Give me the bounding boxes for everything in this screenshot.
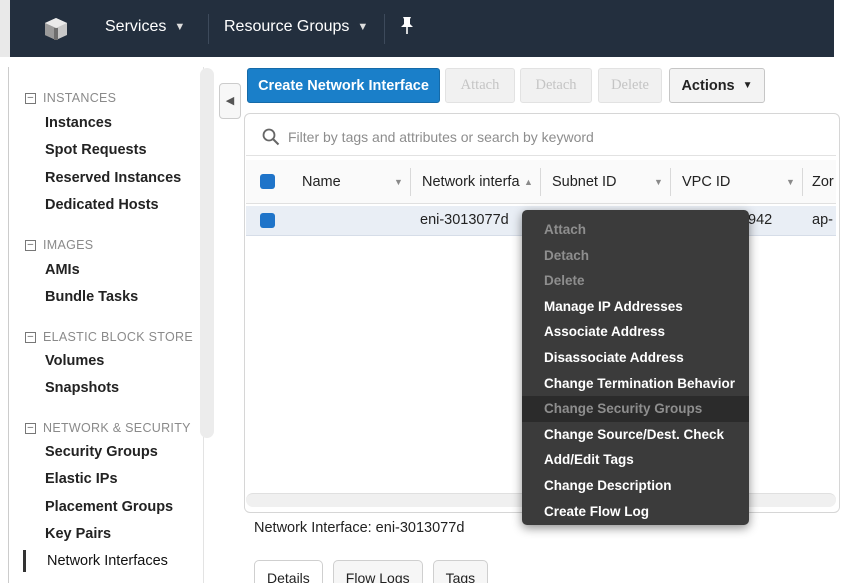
menu-item-attach[interactable]: Attach — [522, 217, 749, 243]
attach-button[interactable]: Attach — [445, 68, 515, 103]
row-checkbox[interactable] — [260, 213, 275, 228]
column-header-vpc-id[interactable]: VPC ID — [682, 174, 730, 190]
sort-icon[interactable]: ▼ — [394, 177, 403, 187]
chevron-left-icon: ◀ — [225, 95, 235, 107]
aws-cube-icon[interactable] — [43, 16, 69, 42]
chevron-down-icon: ▼ — [357, 21, 369, 33]
sort-icon[interactable]: ▼ — [654, 177, 663, 187]
column-header-subnet-id[interactable]: Subnet ID — [552, 174, 617, 190]
section-heading: IMAGES — [43, 238, 94, 252]
sidebar-item-reserved-instances[interactable]: Reserved Instances — [45, 170, 181, 186]
detail-tabs: Details Flow Logs Tags — [254, 560, 489, 583]
tab-tags[interactable]: Tags — [432, 560, 489, 583]
section-images[interactable]: – IMAGES — [25, 238, 93, 252]
collapse-icon: – — [25, 239, 36, 251]
section-heading: INSTANCES — [43, 91, 117, 105]
sort-ascending-icon[interactable]: ▲ — [524, 177, 533, 187]
menu-item-change-termination-behavior[interactable]: Change Termination Behavior — [522, 371, 749, 397]
sidebar-item-key-pairs[interactable]: Key Pairs — [45, 526, 111, 542]
menu-item-add-edit-tags[interactable]: Add/Edit Tags — [522, 447, 749, 473]
menu-item-manage-ip-addresses[interactable]: Manage IP Addresses — [522, 294, 749, 320]
cell-vpc-id: 942 — [748, 212, 773, 228]
menu-item-change-description[interactable]: Change Description — [522, 473, 749, 499]
menu-item-create-flow-log[interactable]: Create Flow Log — [522, 499, 749, 525]
sidebar-item-placement-groups[interactable]: Placement Groups — [45, 499, 173, 515]
column-divider[interactable] — [410, 168, 411, 196]
search-icon — [262, 128, 280, 145]
collapse-icon: – — [25, 422, 36, 434]
delete-button[interactable]: Delete — [598, 68, 662, 103]
detail-pane-title: Network Interface: eni-3013077d — [254, 520, 465, 536]
sidebar-scrollbar[interactable] — [200, 68, 214, 438]
filter-search-bar[interactable]: Filter by tags and attributes or search … — [246, 118, 836, 156]
detach-button[interactable]: Detach — [520, 68, 592, 103]
collapse-icon: – — [25, 331, 36, 343]
cell-network-interface: eni-3013077d — [420, 212, 509, 228]
nav-divider — [384, 14, 385, 44]
window-edge — [0, 0, 10, 57]
top-nav-bar: Services ▼ Resource Groups ▼ — [0, 0, 834, 57]
sort-icon[interactable]: ▼ — [786, 177, 795, 187]
table-header: Name ▼ Network interfa ▲ Subnet ID ▼ VPC… — [246, 160, 836, 204]
column-header-zone[interactable]: Zor — [812, 174, 834, 190]
sidebar-item-spot-requests[interactable]: Spot Requests — [45, 142, 147, 158]
cell-zone: ap- — [812, 212, 833, 228]
sidebar-item-bundle-tasks[interactable]: Bundle Tasks — [45, 289, 138, 305]
menu-item-associate-address[interactable]: Associate Address — [522, 319, 749, 345]
nav-divider — [208, 14, 209, 44]
column-divider[interactable] — [670, 168, 671, 196]
resource-groups-label: Resource Groups — [224, 18, 350, 35]
search-placeholder: Filter by tags and attributes or search … — [288, 128, 594, 145]
sidebar-item-dedicated-hosts[interactable]: Dedicated Hosts — [45, 197, 159, 213]
create-network-interface-button[interactable]: Create Network Interface — [247, 68, 440, 103]
column-header-name[interactable]: Name — [302, 174, 341, 190]
menu-item-change-security-groups[interactable]: Change Security Groups — [522, 396, 749, 422]
section-instances[interactable]: – INSTANCES — [25, 91, 116, 105]
tab-details[interactable]: Details — [254, 560, 323, 583]
sidebar-item-network-interfaces[interactable]: Network Interfaces — [47, 553, 168, 569]
actions-label: Actions — [681, 77, 735, 94]
column-divider[interactable] — [540, 168, 541, 196]
sidebar-item-instances[interactable]: Instances — [45, 115, 112, 131]
column-header-network-interface[interactable]: Network interfa — [422, 174, 520, 190]
active-item-indicator — [23, 550, 26, 572]
sidebar-item-snapshots[interactable]: Snapshots — [45, 380, 119, 396]
actions-context-menu: Attach Detach Delete Manage IP Addresses… — [522, 210, 749, 525]
pin-icon[interactable] — [398, 16, 416, 36]
menu-item-change-source-dest-check[interactable]: Change Source/Dest. Check — [522, 422, 749, 448]
column-divider[interactable] — [802, 168, 803, 196]
menu-item-delete[interactable]: Delete — [522, 268, 749, 294]
select-all-checkbox[interactable] — [260, 174, 275, 189]
section-heading: ELASTIC BLOCK STORE — [43, 330, 193, 344]
ec2-network-interfaces-page: Services ▼ Resource Groups ▼ – INSTANCES… — [0, 0, 846, 583]
section-elastic-block-store[interactable]: – ELASTIC BLOCK STORE — [25, 330, 193, 344]
section-heading: NETWORK & SECURITY — [43, 421, 191, 435]
sidebar-item-elastic-ips[interactable]: Elastic IPs — [45, 471, 118, 487]
sidebar-item-volumes[interactable]: Volumes — [45, 353, 104, 369]
actions-button[interactable]: Actions ▼ — [669, 68, 765, 103]
collapse-sidebar-button[interactable]: ◀ — [219, 83, 241, 119]
section-network-security[interactable]: – NETWORK & SECURITY — [25, 421, 191, 435]
tab-flow-logs[interactable]: Flow Logs — [332, 560, 423, 583]
services-label: Services — [105, 18, 167, 35]
menu-item-detach[interactable]: Detach — [522, 243, 749, 269]
collapse-icon: – — [25, 92, 36, 104]
sidebar-item-security-groups[interactable]: Security Groups — [45, 444, 158, 460]
services-menu[interactable]: Services ▼ — [105, 18, 185, 36]
resource-groups-menu[interactable]: Resource Groups ▼ — [224, 18, 368, 36]
chevron-down-icon: ▼ — [174, 21, 186, 33]
sidebar: – INSTANCES Instances Spot Requests Rese… — [8, 67, 204, 583]
menu-item-disassociate-address[interactable]: Disassociate Address — [522, 345, 749, 371]
chevron-down-icon: ▼ — [742, 80, 753, 91]
sidebar-item-amis[interactable]: AMIs — [45, 262, 80, 278]
